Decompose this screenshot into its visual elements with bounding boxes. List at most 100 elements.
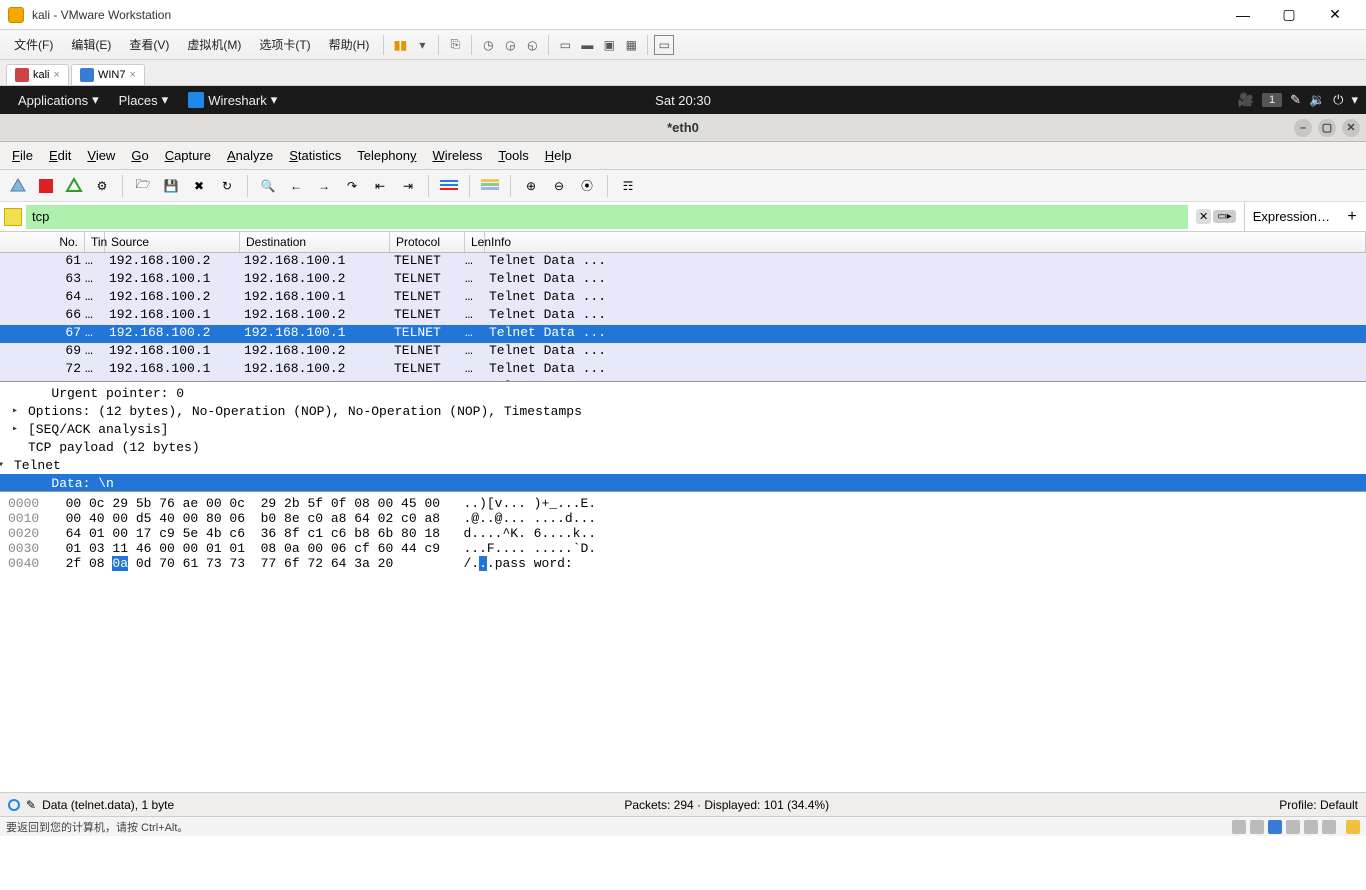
menu-statistics[interactable]: Statistics — [281, 144, 349, 167]
send-cad-icon[interactable]: ⎘ — [445, 35, 465, 55]
col-header-source[interactable]: Source — [105, 232, 240, 252]
go-last-icon[interactable]: ⇥ — [396, 174, 420, 198]
sound-icon[interactable]: 🔉 — [1309, 92, 1325, 108]
vm-dropdown-icon[interactable]: ▾ — [412, 35, 432, 55]
minimize-button[interactable]: — — [1220, 0, 1266, 30]
device-net-icon[interactable] — [1268, 820, 1282, 834]
tab-close-icon[interactable]: × — [54, 69, 60, 81]
status-profile[interactable]: Profile: Default — [1279, 798, 1358, 812]
vmware-menu-tabs[interactable]: 选项卡(T) — [251, 32, 318, 57]
filter-bookmark-icon[interactable] — [4, 208, 22, 226]
expression-button[interactable]: Expression… — [1244, 202, 1338, 231]
menu-view[interactable]: View — [79, 144, 123, 167]
places-menu[interactable]: Places ▾ — [109, 92, 179, 108]
add-filter-button[interactable]: + — [1342, 208, 1362, 226]
edit-icon[interactable]: ✎ — [26, 798, 36, 812]
accessibility-icon[interactable]: ✎ — [1290, 92, 1301, 108]
detail-row[interactable]: TCP payload (12 bytes) — [0, 438, 1366, 456]
win-minimize-button[interactable]: – — [1294, 119, 1312, 137]
menu-telephony[interactable]: Telephony — [349, 144, 424, 167]
zoom-reset-icon[interactable]: ⦿ — [575, 174, 599, 198]
menu-help[interactable]: Help — [537, 144, 580, 167]
autoscroll-icon[interactable] — [437, 174, 461, 198]
active-app[interactable]: Wireshark ▾ — [178, 92, 287, 108]
menu-analyze[interactable]: Analyze — [219, 144, 281, 167]
menu-tools[interactable]: Tools — [490, 144, 536, 167]
vm-tab-kali[interactable]: kali × — [6, 64, 69, 85]
system-menu-icon[interactable]: ▾ — [1351, 92, 1358, 108]
menu-file[interactable]: File — [4, 144, 41, 167]
device-usb-icon[interactable] — [1286, 820, 1300, 834]
hex-row[interactable]: 0020 64 01 00 17 c9 5e 4b c6 36 8f c1 c6… — [8, 526, 1358, 541]
menu-edit[interactable]: Edit — [41, 144, 79, 167]
packet-bytes-pane[interactable]: 0000 00 0c 29 5b 76 ae 00 0c 29 2b 5f 0f… — [0, 492, 1366, 792]
col-header-time[interactable]: Tin — [85, 232, 105, 252]
device-printer-icon[interactable] — [1322, 820, 1336, 834]
video-icon[interactable]: 🎥 — [1238, 92, 1254, 108]
clock[interactable]: Sat 20:30 — [655, 93, 711, 108]
menu-wireless[interactable]: Wireless — [425, 144, 491, 167]
win-close-button[interactable]: ✕ — [1342, 119, 1360, 137]
save-file-icon[interactable]: 💾 — [159, 174, 183, 198]
vmware-menu-help[interactable]: 帮助(H) — [321, 32, 378, 57]
col-header-no[interactable]: No. — [0, 232, 85, 252]
expert-info-icon[interactable] — [8, 799, 20, 811]
zoom-in-icon[interactable]: ⊕ — [519, 174, 543, 198]
detail-row[interactable]: Options: (12 bytes), No-Operation (NOP),… — [0, 402, 1366, 420]
view-console-icon[interactable]: ▭ — [555, 35, 575, 55]
view-stretch-icon[interactable]: ▬ — [577, 35, 597, 55]
menu-capture[interactable]: Capture — [157, 144, 219, 167]
detail-row[interactable]: Urgent pointer: 0 — [0, 384, 1366, 402]
device-cd-icon[interactable] — [1250, 820, 1264, 834]
vm-tab-win7[interactable]: WIN7 × — [71, 64, 145, 85]
packet-row[interactable]: 61…192.168.100.2192.168.100.1TELNET…Teln… — [0, 253, 1366, 271]
packet-row[interactable]: 69…192.168.100.1192.168.100.2TELNET…Teln… — [0, 343, 1366, 361]
device-hdd-icon[interactable] — [1232, 820, 1246, 834]
capture-start-icon[interactable] — [6, 174, 30, 198]
packet-row[interactable]: 74…192.168.100.1192.168.100.2TELNET…Teln… — [0, 379, 1366, 381]
vmware-menu-edit[interactable]: 编辑(E) — [63, 32, 119, 57]
resize-columns-icon[interactable]: ☶ — [616, 174, 640, 198]
vmware-menu-view[interactable]: 查看(V) — [121, 32, 177, 57]
packet-list-body[interactable]: 61…192.168.100.2192.168.100.1TELNET…Teln… — [0, 253, 1366, 381]
vmware-menu-vm[interactable]: 虚拟机(M) — [179, 32, 249, 57]
zoom-out-icon[interactable]: ⊖ — [547, 174, 571, 198]
capture-stop-icon[interactable] — [34, 174, 58, 198]
hex-row[interactable]: 0030 01 03 11 46 00 00 01 01 08 0a 00 06… — [8, 541, 1358, 556]
clear-filter-icon[interactable]: ✕ — [1196, 209, 1211, 224]
view-multi-icon[interactable]: ▣ — [599, 35, 619, 55]
view-unity-icon[interactable]: ▦ — [621, 35, 641, 55]
go-forward-icon[interactable]: → — [312, 174, 336, 198]
col-header-destination[interactable]: Destination — [240, 232, 390, 252]
hex-row[interactable]: 0010 00 40 00 d5 40 00 80 06 b0 8e c0 a8… — [8, 511, 1358, 526]
message-log-icon[interactable] — [1346, 820, 1360, 834]
col-header-length[interactable]: Len — [465, 232, 485, 252]
applications-menu[interactable]: Applications ▾ — [8, 92, 109, 108]
detail-row[interactable]: Data: \n — [0, 474, 1366, 492]
go-back-icon[interactable]: ← — [284, 174, 308, 198]
colorize-icon[interactable] — [478, 174, 502, 198]
open-file-icon[interactable]: 🗁 — [131, 174, 155, 198]
go-to-packet-icon[interactable]: ↷ — [340, 174, 364, 198]
close-button[interactable]: ✕ — [1312, 0, 1358, 30]
close-file-icon[interactable]: ✖ — [187, 174, 211, 198]
display-filter-input[interactable] — [26, 205, 1188, 229]
find-packet-icon[interactable]: 🔍 — [256, 174, 280, 198]
power-icon[interactable]: ⏻ — [1333, 92, 1343, 108]
vm-pause-icon[interactable]: ▮▮ — [390, 35, 410, 55]
snapshot-revert-icon[interactable]: ◵ — [522, 35, 542, 55]
detail-row[interactable]: Telnet — [0, 456, 1366, 474]
packet-details-pane[interactable]: Urgent pointer: 0Options: (12 bytes), No… — [0, 382, 1366, 492]
col-header-info[interactable]: Info — [485, 232, 1366, 252]
tab-close-icon[interactable]: × — [129, 69, 135, 81]
packet-row[interactable]: 64…192.168.100.2192.168.100.1TELNET…Teln… — [0, 289, 1366, 307]
apply-filter-icon[interactable]: ▭▸ — [1213, 210, 1235, 223]
reload-icon[interactable]: ↻ — [215, 174, 239, 198]
col-header-protocol[interactable]: Protocol — [390, 232, 465, 252]
detail-row[interactable]: [SEQ/ACK analysis] — [0, 420, 1366, 438]
fullscreen-icon[interactable]: ▭ — [654, 35, 674, 55]
hex-row[interactable]: 0000 00 0c 29 5b 76 ae 00 0c 29 2b 5f 0f… — [8, 496, 1358, 511]
vmware-menu-file[interactable]: 文件(F) — [6, 32, 61, 57]
snapshot-manage-icon[interactable]: ◶ — [500, 35, 520, 55]
packet-row[interactable]: 66…192.168.100.1192.168.100.2TELNET…Teln… — [0, 307, 1366, 325]
